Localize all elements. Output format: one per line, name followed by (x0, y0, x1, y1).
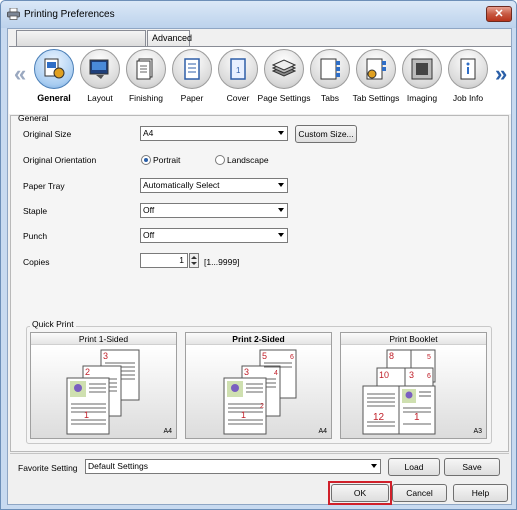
page-number: 6 (427, 373, 431, 380)
quick-print-booklet[interactable]: Print Booklet 8 5 10 3 6 12 1 A3 (340, 332, 487, 439)
page-number: 2 (260, 403, 264, 410)
spin-arrows-icon (191, 256, 197, 265)
punch-dropdown[interactable]: Off (140, 228, 288, 243)
paper-size-badge: A4 (163, 428, 172, 435)
finishing-icon (136, 58, 153, 80)
page-number: 4 (274, 370, 278, 377)
staple-value: Off (143, 205, 155, 215)
original-size-label: Original Size (23, 129, 72, 139)
staple-label: Staple (23, 206, 48, 216)
chevron-down-icon (278, 233, 284, 237)
paper-icon (184, 58, 200, 80)
favorite-setting-label: Favorite Setting (18, 463, 78, 473)
page-number: 1 (84, 410, 89, 420)
page-number: 10 (379, 370, 389, 380)
save-button[interactable]: Save (444, 458, 500, 476)
ok-label: OK (353, 488, 367, 498)
page-settings-icon (272, 59, 296, 77)
page-number: 12 (373, 412, 385, 423)
paper-tray-value: Automatically Select (143, 180, 220, 190)
page-number: 8 (389, 351, 394, 361)
landscape-label: Landscape (227, 155, 269, 165)
chevron-down-icon (278, 183, 284, 187)
page-number: 6 (290, 354, 294, 361)
title-bar: Printing Preferences ✕ (1, 1, 516, 28)
svg-text:1: 1 (236, 66, 241, 75)
page-number: 3 (409, 370, 414, 380)
page-number: 3 (103, 351, 108, 361)
punch-value: Off (143, 230, 155, 240)
quick-print-label: Print Booklet (341, 333, 486, 345)
two-sided-pages-icon: 5 6 3 4 1 2 (223, 349, 297, 435)
landscape-radio[interactable] (215, 155, 225, 165)
copies-spinner[interactable] (189, 253, 199, 268)
paper-tray-label: Paper Tray (23, 181, 65, 191)
paper-size-badge: A4 (318, 428, 327, 435)
favorite-setting-dropdown[interactable]: Default Settings (85, 459, 381, 474)
help-button[interactable]: Help (453, 484, 508, 502)
portrait-label: Portrait (153, 155, 181, 165)
scroll-left-icon[interactable]: « (14, 61, 26, 87)
tab-advanced-label: Advanced (152, 33, 193, 43)
quick-print-label: Print 1-Sided (31, 333, 176, 345)
chevron-down-icon (278, 208, 284, 212)
orientation-label: Original Orientation (23, 155, 97, 165)
help-label: Help (471, 488, 490, 498)
quick-print-2-sided[interactable]: Print 2-Sided 5 6 3 4 1 2 A4 (185, 332, 332, 439)
cancel-label: Cancel (406, 488, 433, 498)
tab-main[interactable] (16, 30, 146, 46)
custom-size-button[interactable]: Custom Size... (295, 125, 357, 143)
portrait-radio[interactable] (141, 155, 151, 165)
tab-settings-icon (366, 58, 386, 80)
layout-icon (89, 59, 109, 79)
copies-label: Copies (23, 257, 50, 267)
booklet-pages-icon: 8 5 10 3 6 12 1 (362, 349, 436, 435)
favorite-setting-value: Default Settings (88, 461, 149, 471)
load-button[interactable]: Load (388, 458, 440, 476)
ok-button[interactable]: OK (331, 484, 389, 502)
save-label: Save (462, 462, 482, 472)
quick-print-1-sided[interactable]: Print 1-Sided 3 2 1 A4 (30, 332, 177, 439)
page-number: 5 (262, 351, 267, 361)
original-size-dropdown[interactable]: A4 (140, 126, 288, 141)
paper-size-badge: A3 (473, 428, 482, 435)
page-number: 3 (244, 367, 249, 377)
quick-print-title: Quick Print (30, 319, 76, 329)
category-label: Job Info (452, 93, 484, 103)
copies-range: [1...9999] (204, 257, 240, 267)
page-number: 1 (414, 412, 420, 423)
one-sided-pages-icon: 3 2 1 (66, 349, 140, 435)
imaging-icon (411, 58, 433, 80)
page-number: 1 (241, 410, 246, 420)
load-label: Load (404, 462, 424, 472)
chevron-down-icon (371, 464, 377, 468)
tab-advanced[interactable]: Advanced (147, 30, 193, 46)
category-job-info[interactable]: Job Info (444, 49, 492, 111)
scroll-right-icon[interactable]: » (495, 61, 507, 87)
general-icon (44, 58, 65, 79)
category-icon-bar: « General Layout Finishing Paper 1 Cover… (9, 46, 511, 114)
printer-icon (7, 8, 20, 20)
job-info-icon (460, 58, 476, 80)
original-size-value: A4 (143, 128, 154, 138)
cover-icon: 1 (230, 58, 246, 80)
tabs-icon (320, 58, 340, 80)
section-title-general: General (18, 113, 49, 123)
paper-tray-dropdown[interactable]: Automatically Select (140, 178, 288, 193)
close-icon: ✕ (494, 8, 504, 20)
custom-size-label: Custom Size... (298, 129, 354, 139)
page-number: 2 (85, 367, 90, 377)
quick-print-label: Print 2-Sided (186, 333, 331, 345)
copies-input[interactable]: 1 (140, 253, 188, 268)
window-title: Printing Preferences (24, 9, 115, 20)
staple-dropdown[interactable]: Off (140, 203, 288, 218)
dialog-body: Advanced « General Layout Finishing Pape… (7, 28, 512, 505)
cancel-button[interactable]: Cancel (392, 484, 447, 502)
page-number: 5 (427, 354, 431, 361)
divider (10, 453, 509, 454)
close-button[interactable]: ✕ (486, 6, 512, 22)
printing-preferences-window: Printing Preferences ✕ Advanced « Genera… (0, 0, 517, 510)
chevron-down-icon (278, 131, 284, 135)
punch-label: Punch (23, 231, 48, 241)
